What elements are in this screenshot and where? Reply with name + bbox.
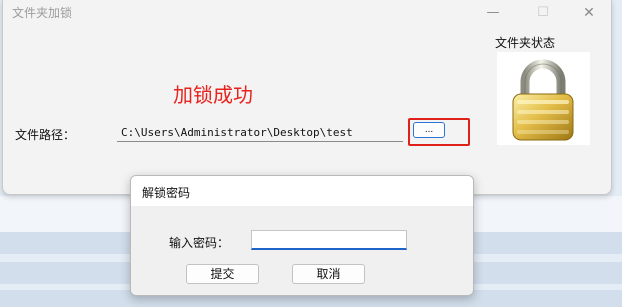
unlock-password-dialog: 解锁密码 输入密码： 提交 取消 xyxy=(130,175,474,296)
file-path-field[interactable]: C:\Users\Administrator\Desktop\test xyxy=(117,123,403,142)
submit-button[interactable]: 提交 xyxy=(186,264,259,284)
dialog-title: 解锁密码 xyxy=(142,186,191,200)
lock-success-message: 加锁成功 xyxy=(173,83,253,107)
password-label: 输入密码： xyxy=(169,236,230,250)
folder-lock-window: 文件夹加锁 — ☐ ✕ 文件夹状态 加锁成功 文件路径： C:\Users\Ad… xyxy=(2,0,612,195)
password-input[interactable] xyxy=(251,230,407,250)
window-title: 文件夹加锁 xyxy=(12,6,73,20)
dialog-titlebar: 解锁密码 xyxy=(131,176,473,206)
minimize-icon[interactable]: — xyxy=(478,2,508,24)
folder-status-label: 文件夹状态 xyxy=(495,36,556,50)
file-path-label: 文件路径： xyxy=(15,128,76,142)
browse-button[interactable]: ... xyxy=(413,122,445,138)
cancel-button[interactable]: 取消 xyxy=(292,264,365,284)
padlock-icon xyxy=(497,52,590,145)
close-icon[interactable]: ✕ xyxy=(574,2,604,24)
maximize-icon[interactable]: ☐ xyxy=(528,2,558,24)
